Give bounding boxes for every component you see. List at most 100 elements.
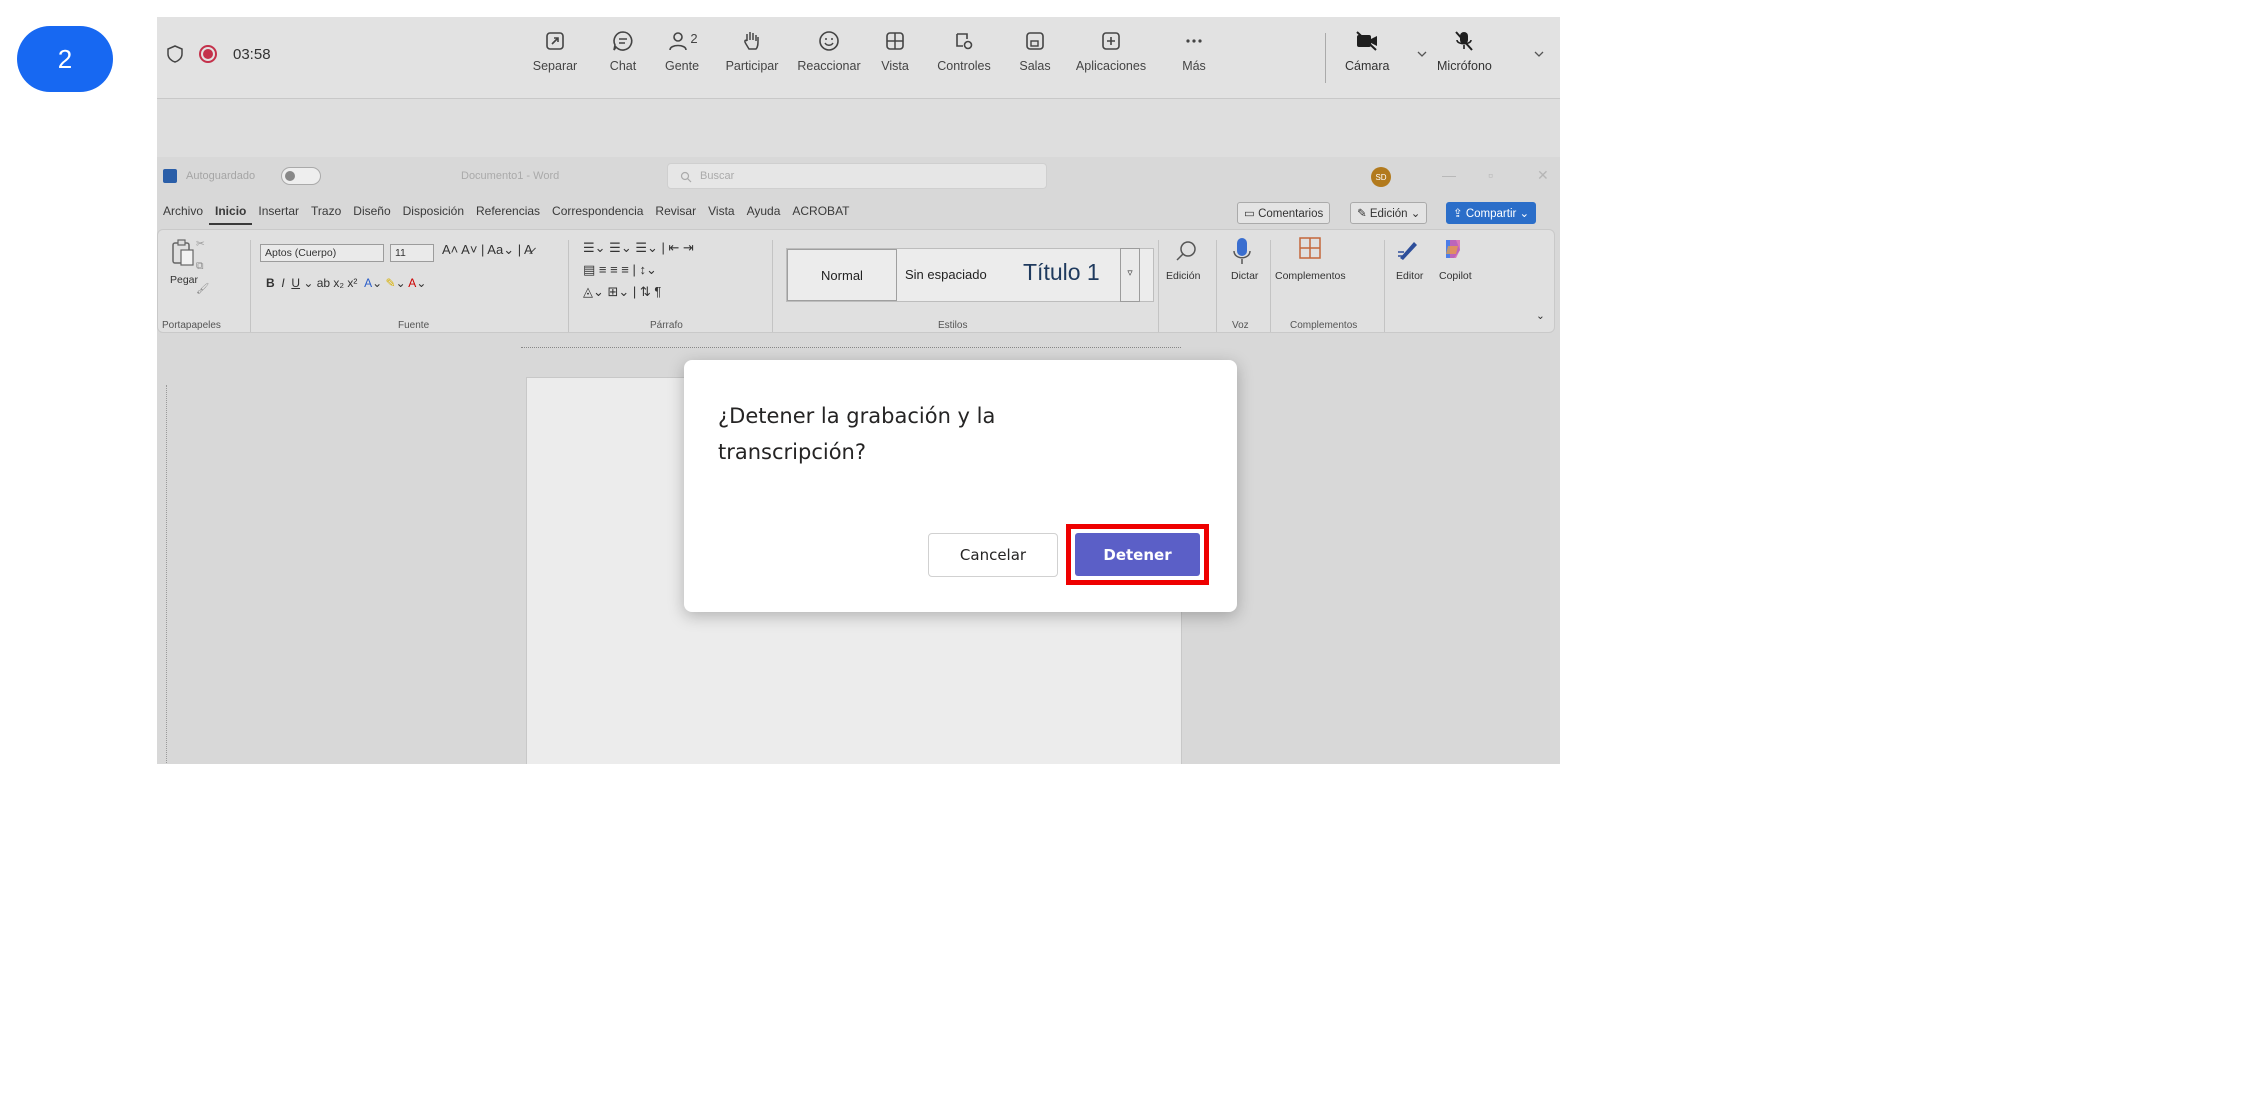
- grid-view-icon: [886, 32, 904, 50]
- controls-label: Controles: [937, 59, 991, 73]
- chat-icon: [613, 31, 633, 51]
- editor-label[interactable]: Editor: [1396, 270, 1423, 282]
- autosave-toggle[interactable]: [281, 167, 321, 185]
- more-button[interactable]: Más: [1157, 29, 1231, 73]
- user-avatar[interactable]: SD: [1371, 167, 1391, 187]
- minimize-icon[interactable]: —: [1442, 167, 1456, 183]
- react-label: Reaccionar: [797, 59, 861, 73]
- menu-inicio[interactable]: Inicio: [209, 201, 253, 225]
- format-painter-icon[interactable]: 🖌: [196, 282, 209, 295]
- menu-disposicion[interactable]: Disposición: [397, 201, 470, 225]
- rooms-label: Salas: [1019, 59, 1051, 73]
- group-label-paragraph: Párrafo: [650, 320, 683, 331]
- menu-revisar[interactable]: Revisar: [649, 201, 702, 225]
- paste-icon[interactable]: [170, 238, 196, 268]
- menu-trazo[interactable]: Trazo: [305, 201, 347, 225]
- close-icon[interactable]: ✕: [1537, 167, 1549, 184]
- cut-icon[interactable]: ✂: [196, 238, 205, 250]
- alignment-buttons[interactable]: ▤ ≡ ≡ ≡ | ↕⌄: [583, 262, 657, 278]
- menu-vista[interactable]: Vista: [702, 201, 740, 225]
- group-label-clipboard: Portapapeles: [162, 320, 221, 331]
- font-format-buttons[interactable]: B I U ⌄ ab x₂ x² A⌄ ✎⌄ A⌄: [266, 276, 426, 290]
- ribbon-divider: [1270, 240, 1271, 332]
- styles-more-button[interactable]: ▿: [1120, 248, 1140, 302]
- menu-referencias[interactable]: Referencias: [470, 201, 546, 225]
- ribbon-divider: [1216, 240, 1217, 332]
- menu-acrobat[interactable]: ACROBAT: [786, 201, 855, 225]
- microphone-options-chevron-down-icon[interactable]: [1532, 47, 1546, 61]
- menu-diseno[interactable]: Diseño: [347, 201, 396, 225]
- people-icon: [669, 32, 688, 51]
- search-editing-icon[interactable]: [1174, 238, 1200, 264]
- add-ins-label[interactable]: Complementos: [1275, 270, 1346, 282]
- chat-button[interactable]: Chat: [595, 29, 651, 73]
- cancel-button[interactable]: Cancelar: [928, 533, 1058, 577]
- menu-ayuda[interactable]: Ayuda: [741, 201, 787, 225]
- ribbon-divider: [772, 240, 773, 332]
- rooms-button[interactable]: Salas: [1005, 29, 1065, 73]
- font-size-buttons[interactable]: A˄ A˅ | Aa⌄ | A̷: [442, 242, 533, 258]
- raise-hand-button[interactable]: Participar: [713, 29, 791, 73]
- controls-button[interactable]: Controles: [923, 29, 1005, 73]
- meeting-timer: 03:58: [233, 45, 271, 63]
- font-name-dropdown[interactable]: Aptos (Cuerpo): [260, 244, 384, 262]
- list-buttons[interactable]: ☰⌄ ☰⌄ ☰⌄ | ⇤ ⇥: [583, 240, 694, 256]
- view-button[interactable]: Vista: [867, 29, 923, 73]
- stop-recording-dialog: ¿Detener la grabación y la transcripción…: [684, 360, 1237, 612]
- editing-mode-button[interactable]: ✎ Edición ⌄: [1350, 202, 1428, 224]
- camera-button[interactable]: Cámara: [1345, 29, 1389, 73]
- editing-label[interactable]: Edición: [1166, 270, 1200, 282]
- share-button[interactable]: ⇪ Compartir ⌄: [1446, 202, 1537, 224]
- style-no-spacing[interactable]: Sin espaciado: [905, 267, 987, 282]
- font-size-dropdown[interactable]: 11: [390, 244, 434, 262]
- pop-out-label: Separar: [532, 59, 578, 73]
- editing-mode-label: Edición: [1369, 208, 1408, 220]
- copilot-icon[interactable]: [1440, 236, 1466, 262]
- font-size-value: 11: [395, 247, 406, 259]
- editor-pen-icon[interactable]: [1396, 238, 1420, 262]
- word-menu-bar: Archivo Inicio Insertar Trazo Diseño Dis…: [157, 201, 856, 225]
- restore-icon[interactable]: ▫: [1488, 167, 1493, 183]
- add-ins-icon[interactable]: [1298, 236, 1322, 260]
- camera-options-chevron-down-icon[interactable]: [1415, 47, 1429, 61]
- microphone-icon[interactable]: [1232, 236, 1252, 266]
- word-ribbon: Pegar ✂ ⧉ 🖌 Aptos (Cuerpo) 11 A˄ A˅ | Aa…: [157, 229, 1555, 333]
- chat-label: Chat: [609, 59, 637, 73]
- toolbar-divider: [1325, 33, 1326, 83]
- style-normal[interactable]: Normal: [787, 249, 897, 301]
- dictate-label[interactable]: Dictar: [1231, 270, 1258, 282]
- search-icon: [680, 171, 692, 183]
- shading-border-buttons[interactable]: ◬⌄ ⊞⌄ | ⇅ ¶: [583, 284, 661, 300]
- pop-out-button[interactable]: Separar: [515, 29, 595, 73]
- group-label-voice: Voz: [1232, 320, 1249, 331]
- apps-button[interactable]: Aplicaciones: [1065, 29, 1157, 73]
- search-placeholder: Buscar: [700, 170, 735, 182]
- controls-icon: [956, 33, 973, 50]
- word-title-bar: Autoguardado Documento1 - Word Buscar SD…: [157, 157, 1560, 195]
- menu-archivo[interactable]: Archivo: [157, 201, 209, 225]
- ribbon-collapse-chevron-down-icon[interactable]: ⌄: [1536, 310, 1545, 322]
- font-name-value: Aptos (Cuerpo): [265, 247, 337, 259]
- shield-icon: [167, 45, 183, 63]
- group-label-styles: Estilos: [938, 320, 968, 331]
- comments-button[interactable]: ▭ Comentarios: [1237, 202, 1331, 224]
- ribbon-divider: [1158, 240, 1159, 332]
- people-label: Gente: [664, 59, 700, 73]
- smiley-icon: [819, 31, 839, 51]
- more-label: Más: [1182, 59, 1206, 73]
- stop-button[interactable]: Detener: [1075, 533, 1200, 576]
- ribbon-divider: [1384, 240, 1385, 332]
- view-label: Vista: [881, 59, 909, 73]
- react-button[interactable]: Reaccionar: [791, 29, 867, 73]
- ribbon-divider: [568, 240, 569, 332]
- comments-label: Comentarios: [1258, 208, 1324, 220]
- copy-icon[interactable]: ⧉: [196, 260, 204, 273]
- menu-correspondencia[interactable]: Correspondencia: [546, 201, 649, 225]
- microphone-button[interactable]: Micrófono: [1437, 29, 1492, 73]
- people-button[interactable]: 2 Gente: [651, 29, 713, 73]
- copilot-label[interactable]: Copilot: [1439, 270, 1472, 282]
- style-title-1[interactable]: Título 1: [1023, 259, 1100, 286]
- menu-insertar[interactable]: Insertar: [252, 201, 305, 225]
- word-search-box[interactable]: Buscar: [667, 163, 1047, 189]
- camera-label: Cámara: [1345, 59, 1390, 73]
